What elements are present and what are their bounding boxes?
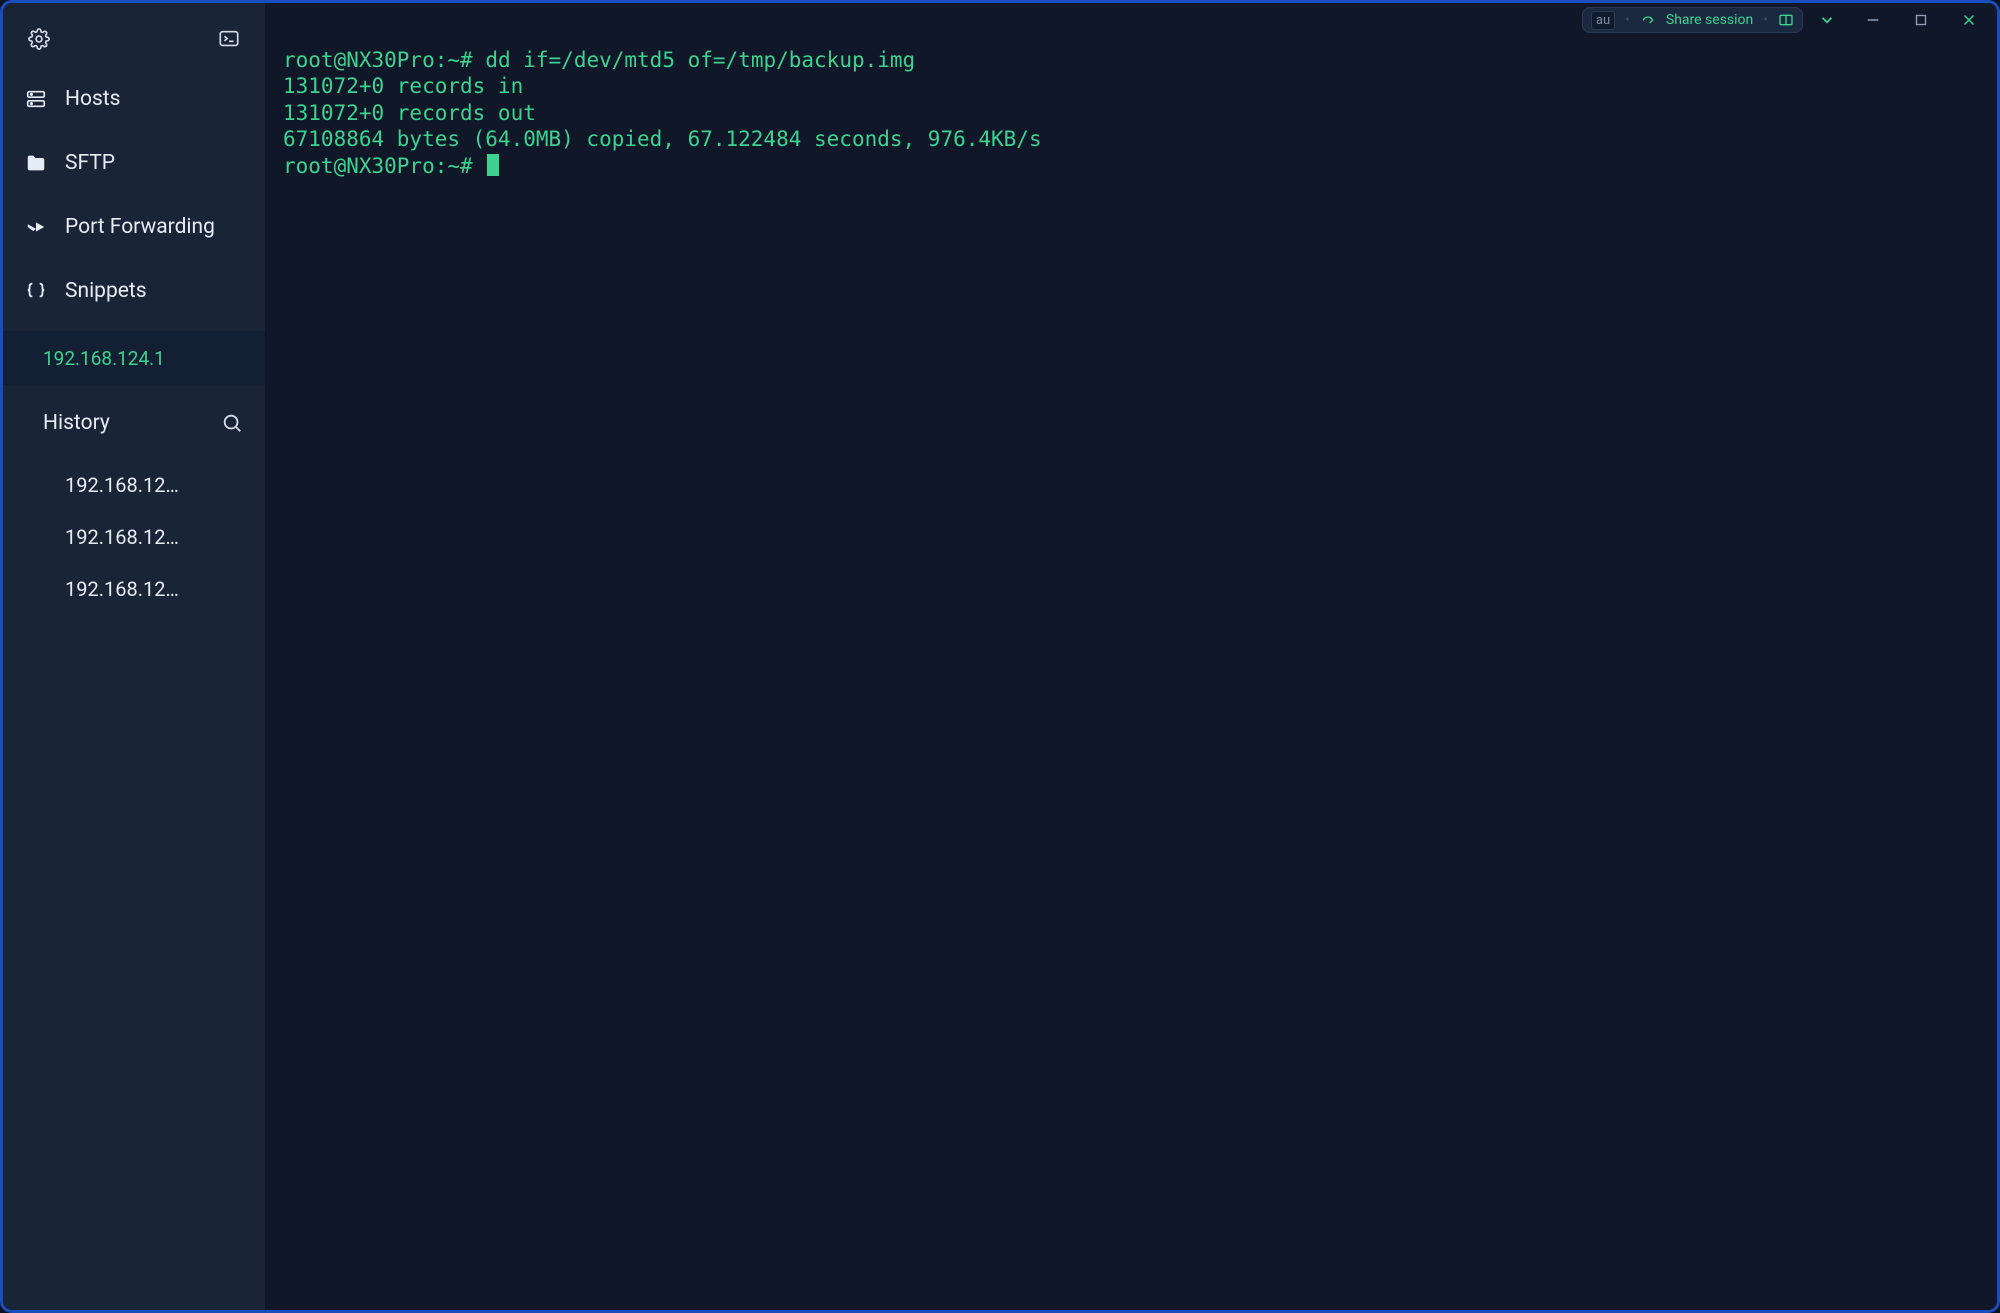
terminal-prompt: root@NX30Pro:~# (283, 48, 473, 72)
terminal-command: dd if=/dev/mtd5 of=/tmp/backup.img (485, 48, 915, 72)
window-minimize-button[interactable] (1851, 5, 1895, 35)
sidebar-item-snippets[interactable]: Snippets (3, 259, 265, 323)
sidebar-item-sftp[interactable]: SFTP (3, 131, 265, 195)
history-item[interactable]: 192.168.12… (3, 563, 265, 615)
braces-icon (25, 280, 47, 302)
main-area: au • Share session • (265, 3, 1997, 1310)
sidebar-top (3, 3, 265, 67)
terminal-icon[interactable] (215, 25, 243, 53)
terminal-line: 131072+0 records in (283, 74, 523, 98)
history-item[interactable]: 192.168.12… (3, 511, 265, 563)
history-item[interactable]: 192.168.12… (3, 459, 265, 511)
gear-icon[interactable] (25, 25, 53, 53)
share-arrow-icon (1640, 12, 1656, 28)
chevron-down-icon[interactable] (1807, 5, 1847, 35)
history-label: History (43, 411, 110, 435)
sidebar-item-port-forwarding[interactable]: Port Forwarding (3, 195, 265, 259)
titlebar: au • Share session • (1582, 3, 1997, 37)
sidebar-item-label: SFTP (65, 151, 115, 175)
app-window: Hosts SFTP Port Forwarding (0, 0, 2000, 1313)
split-pane-icon (1778, 12, 1794, 28)
terminal-cursor (487, 154, 499, 176)
sidebar-item-hosts[interactable]: Hosts (3, 67, 265, 131)
hosts-icon (25, 88, 47, 110)
sidebar-item-label: Hosts (65, 87, 121, 111)
terminal-line: 67108864 bytes (64.0MB) copied, 67.12248… (283, 127, 1042, 151)
portfwd-icon (25, 216, 47, 238)
share-session-pill[interactable]: au • Share session • (1582, 7, 1803, 33)
sidebar-item-label: Snippets (65, 279, 147, 303)
window-close-button[interactable] (1947, 5, 1991, 35)
au-badge: au (1591, 11, 1615, 30)
window-maximize-button[interactable] (1899, 5, 1943, 35)
active-session-label: 192.168.124.1 (43, 347, 165, 370)
sidebar-item-label: Port Forwarding (65, 215, 215, 239)
terminal-output[interactable]: root@NX30Pro:~# dd if=/dev/mtd5 of=/tmp/… (265, 3, 1997, 1310)
active-session[interactable]: 192.168.124.1 (3, 331, 265, 385)
history-header: History (3, 391, 265, 455)
terminal-line: 131072+0 records out (283, 101, 536, 125)
search-icon[interactable] (221, 412, 243, 434)
share-session-label: Share session (1666, 12, 1753, 28)
folder-icon (25, 152, 47, 174)
terminal-prompt: root@NX30Pro:~# (283, 154, 473, 178)
history-list: 192.168.12… 192.168.12… 192.168.12… (3, 455, 265, 615)
sidebar: Hosts SFTP Port Forwarding (3, 3, 265, 1310)
